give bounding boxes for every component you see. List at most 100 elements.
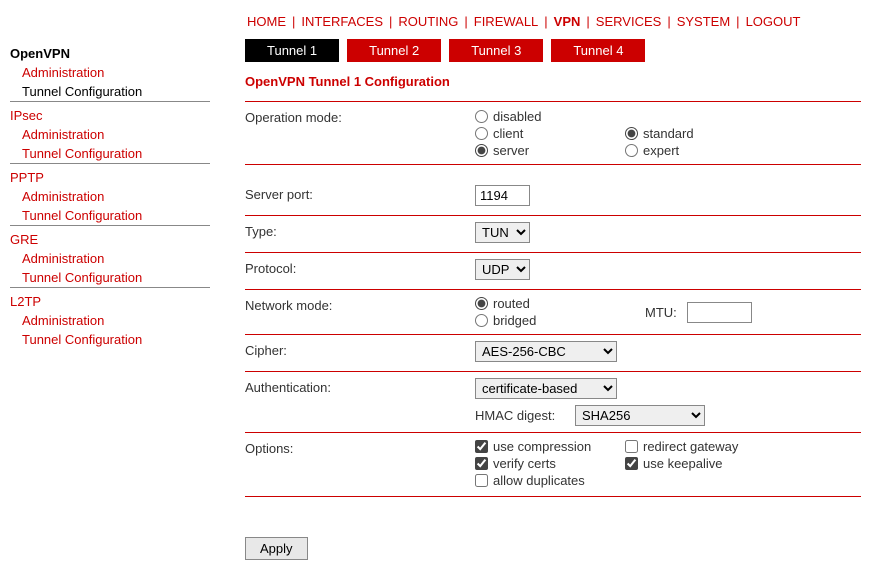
row-authentication: Authentication: certificate-based HMAC d… bbox=[245, 372, 861, 433]
network-mode-radio[interactable] bbox=[475, 297, 488, 310]
label-authentication: Authentication: bbox=[245, 378, 475, 395]
option-checkbox[interactable] bbox=[475, 474, 488, 487]
label-type: Type: bbox=[245, 222, 475, 239]
option-checkbox[interactable] bbox=[625, 457, 638, 470]
sidebar: OpenVPNAdministrationTunnel Configuratio… bbox=[10, 10, 210, 560]
label-hmac-digest: HMAC digest: bbox=[475, 408, 575, 423]
operation-mode-config-label: standard bbox=[643, 126, 694, 141]
protocol-select[interactable]: UDP bbox=[475, 259, 530, 280]
cipher-select[interactable]: AES-256-CBC bbox=[475, 341, 617, 362]
sidebar-item[interactable]: Tunnel Configuration bbox=[10, 330, 210, 349]
server-port-input[interactable] bbox=[475, 185, 530, 206]
label-mtu: MTU: bbox=[645, 305, 677, 320]
network-mode-bridged[interactable]: bridged bbox=[475, 313, 625, 328]
sidebar-item[interactable]: Administration bbox=[10, 311, 210, 330]
sidebar-section-openvpn[interactable]: OpenVPN bbox=[10, 40, 210, 63]
operation-mode-radio[interactable] bbox=[475, 144, 488, 157]
nav-firewall[interactable]: FIREWALL bbox=[472, 14, 541, 29]
tab-tunnel-3[interactable]: Tunnel 3 bbox=[449, 39, 543, 62]
sidebar-item[interactable]: Administration bbox=[10, 63, 210, 82]
authentication-select[interactable]: certificate-based bbox=[475, 378, 617, 399]
nav-routing[interactable]: ROUTING bbox=[396, 14, 460, 29]
nav-divider: | bbox=[540, 14, 551, 29]
label-server-port: Server port: bbox=[245, 185, 475, 202]
row-server-port: Server port: bbox=[245, 179, 861, 216]
option-label: allow duplicates bbox=[493, 473, 585, 488]
label-cipher: Cipher: bbox=[245, 341, 475, 358]
option-label: verify certs bbox=[493, 456, 556, 471]
hmac-select[interactable]: SHA256 bbox=[575, 405, 705, 426]
operation-mode-disabled[interactable]: disabled bbox=[475, 109, 625, 124]
option-allow-duplicates[interactable]: allow duplicates bbox=[475, 473, 625, 488]
row-options: Options: use compression redirect gateway… bbox=[245, 433, 861, 497]
operation-mode-config-radio[interactable] bbox=[625, 144, 638, 157]
operation-mode-config-standard[interactable]: standard bbox=[625, 126, 775, 141]
label-network-mode: Network mode: bbox=[245, 296, 475, 313]
tunnel-tabs: Tunnel 1 Tunnel 2 Tunnel 3 Tunnel 4 bbox=[245, 39, 861, 62]
operation-mode-config-expert[interactable]: expert bbox=[625, 143, 775, 158]
operation-mode-config-radio[interactable] bbox=[625, 127, 638, 140]
sidebar-item[interactable]: Tunnel Configuration bbox=[10, 268, 210, 287]
operation-mode-client[interactable]: client bbox=[475, 126, 625, 141]
sidebar-item[interactable]: Administration bbox=[10, 249, 210, 268]
operation-mode-server[interactable]: server bbox=[475, 143, 625, 158]
nav-vpn[interactable]: VPN bbox=[552, 14, 583, 29]
option-use-compression[interactable]: use compression bbox=[475, 439, 625, 454]
option-checkbox[interactable] bbox=[475, 440, 488, 453]
operation-mode-label: server bbox=[493, 143, 529, 158]
sidebar-item[interactable]: Administration bbox=[10, 187, 210, 206]
tab-tunnel-2[interactable]: Tunnel 2 bbox=[347, 39, 441, 62]
tab-tunnel-1[interactable]: Tunnel 1 bbox=[245, 39, 339, 62]
apply-button[interactable]: Apply bbox=[245, 537, 308, 560]
nav-divider: | bbox=[460, 14, 471, 29]
page-title: OpenVPN Tunnel 1 Configuration bbox=[245, 74, 861, 89]
operation-mode-radio[interactable] bbox=[475, 127, 488, 140]
nav-divider: | bbox=[663, 14, 674, 29]
nav-system[interactable]: SYSTEM bbox=[675, 14, 732, 29]
network-mode-label: bridged bbox=[493, 313, 536, 328]
option-checkbox[interactable] bbox=[625, 440, 638, 453]
network-mode-label: routed bbox=[493, 296, 530, 311]
row-operation-mode: Operation mode: disabled client server sta… bbox=[245, 101, 861, 165]
option-redirect-gateway[interactable]: redirect gateway bbox=[625, 439, 775, 454]
nav-services[interactable]: SERVICES bbox=[594, 14, 664, 29]
option-label: use keepalive bbox=[643, 456, 723, 471]
nav-interfaces[interactable]: INTERFACES bbox=[299, 14, 385, 29]
sidebar-item[interactable]: Administration bbox=[10, 125, 210, 144]
label-protocol: Protocol: bbox=[245, 259, 475, 276]
sidebar-item[interactable]: Tunnel Configuration bbox=[10, 82, 210, 101]
option-use-keepalive[interactable]: use keepalive bbox=[625, 456, 775, 471]
network-mode-routed[interactable]: routed bbox=[475, 296, 625, 311]
network-mode-radio[interactable] bbox=[475, 314, 488, 327]
sidebar-section-pptp[interactable]: PPTP bbox=[10, 163, 210, 187]
sidebar-section-gre[interactable]: GRE bbox=[10, 225, 210, 249]
sidebar-section-l2tp[interactable]: L2TP bbox=[10, 287, 210, 311]
row-network-mode: Network mode: routed bridged MTU: bbox=[245, 290, 861, 335]
operation-mode-label: disabled bbox=[493, 109, 541, 124]
option-checkbox[interactable] bbox=[475, 457, 488, 470]
label-options: Options: bbox=[245, 439, 475, 456]
label-operation-mode: Operation mode: bbox=[245, 108, 475, 125]
nav-divider: | bbox=[288, 14, 299, 29]
operation-mode-label: client bbox=[493, 126, 523, 141]
operation-mode-config-label: expert bbox=[643, 143, 679, 158]
type-select[interactable]: TUN bbox=[475, 222, 530, 243]
row-type: Type: TUN bbox=[245, 216, 861, 253]
sidebar-item[interactable]: Tunnel Configuration bbox=[10, 144, 210, 163]
top-nav: HOME|INTERFACES|ROUTING|FIREWALL|VPN|SER… bbox=[245, 10, 861, 39]
row-protocol: Protocol: UDP bbox=[245, 253, 861, 290]
sidebar-item[interactable]: Tunnel Configuration bbox=[10, 206, 210, 225]
sidebar-section-ipsec[interactable]: IPsec bbox=[10, 101, 210, 125]
option-verify-certs[interactable]: verify certs bbox=[475, 456, 625, 471]
nav-divider: | bbox=[385, 14, 396, 29]
tab-tunnel-4[interactable]: Tunnel 4 bbox=[551, 39, 645, 62]
option-label: redirect gateway bbox=[643, 439, 738, 454]
main-content: HOME|INTERFACES|ROUTING|FIREWALL|VPN|SER… bbox=[210, 10, 861, 560]
option-label: use compression bbox=[493, 439, 591, 454]
operation-mode-radio[interactable] bbox=[475, 110, 488, 123]
row-cipher: Cipher: AES-256-CBC bbox=[245, 335, 861, 372]
nav-divider: | bbox=[582, 14, 593, 29]
mtu-input[interactable] bbox=[687, 302, 752, 323]
nav-logout[interactable]: LOGOUT bbox=[744, 14, 803, 29]
nav-home[interactable]: HOME bbox=[245, 14, 288, 29]
